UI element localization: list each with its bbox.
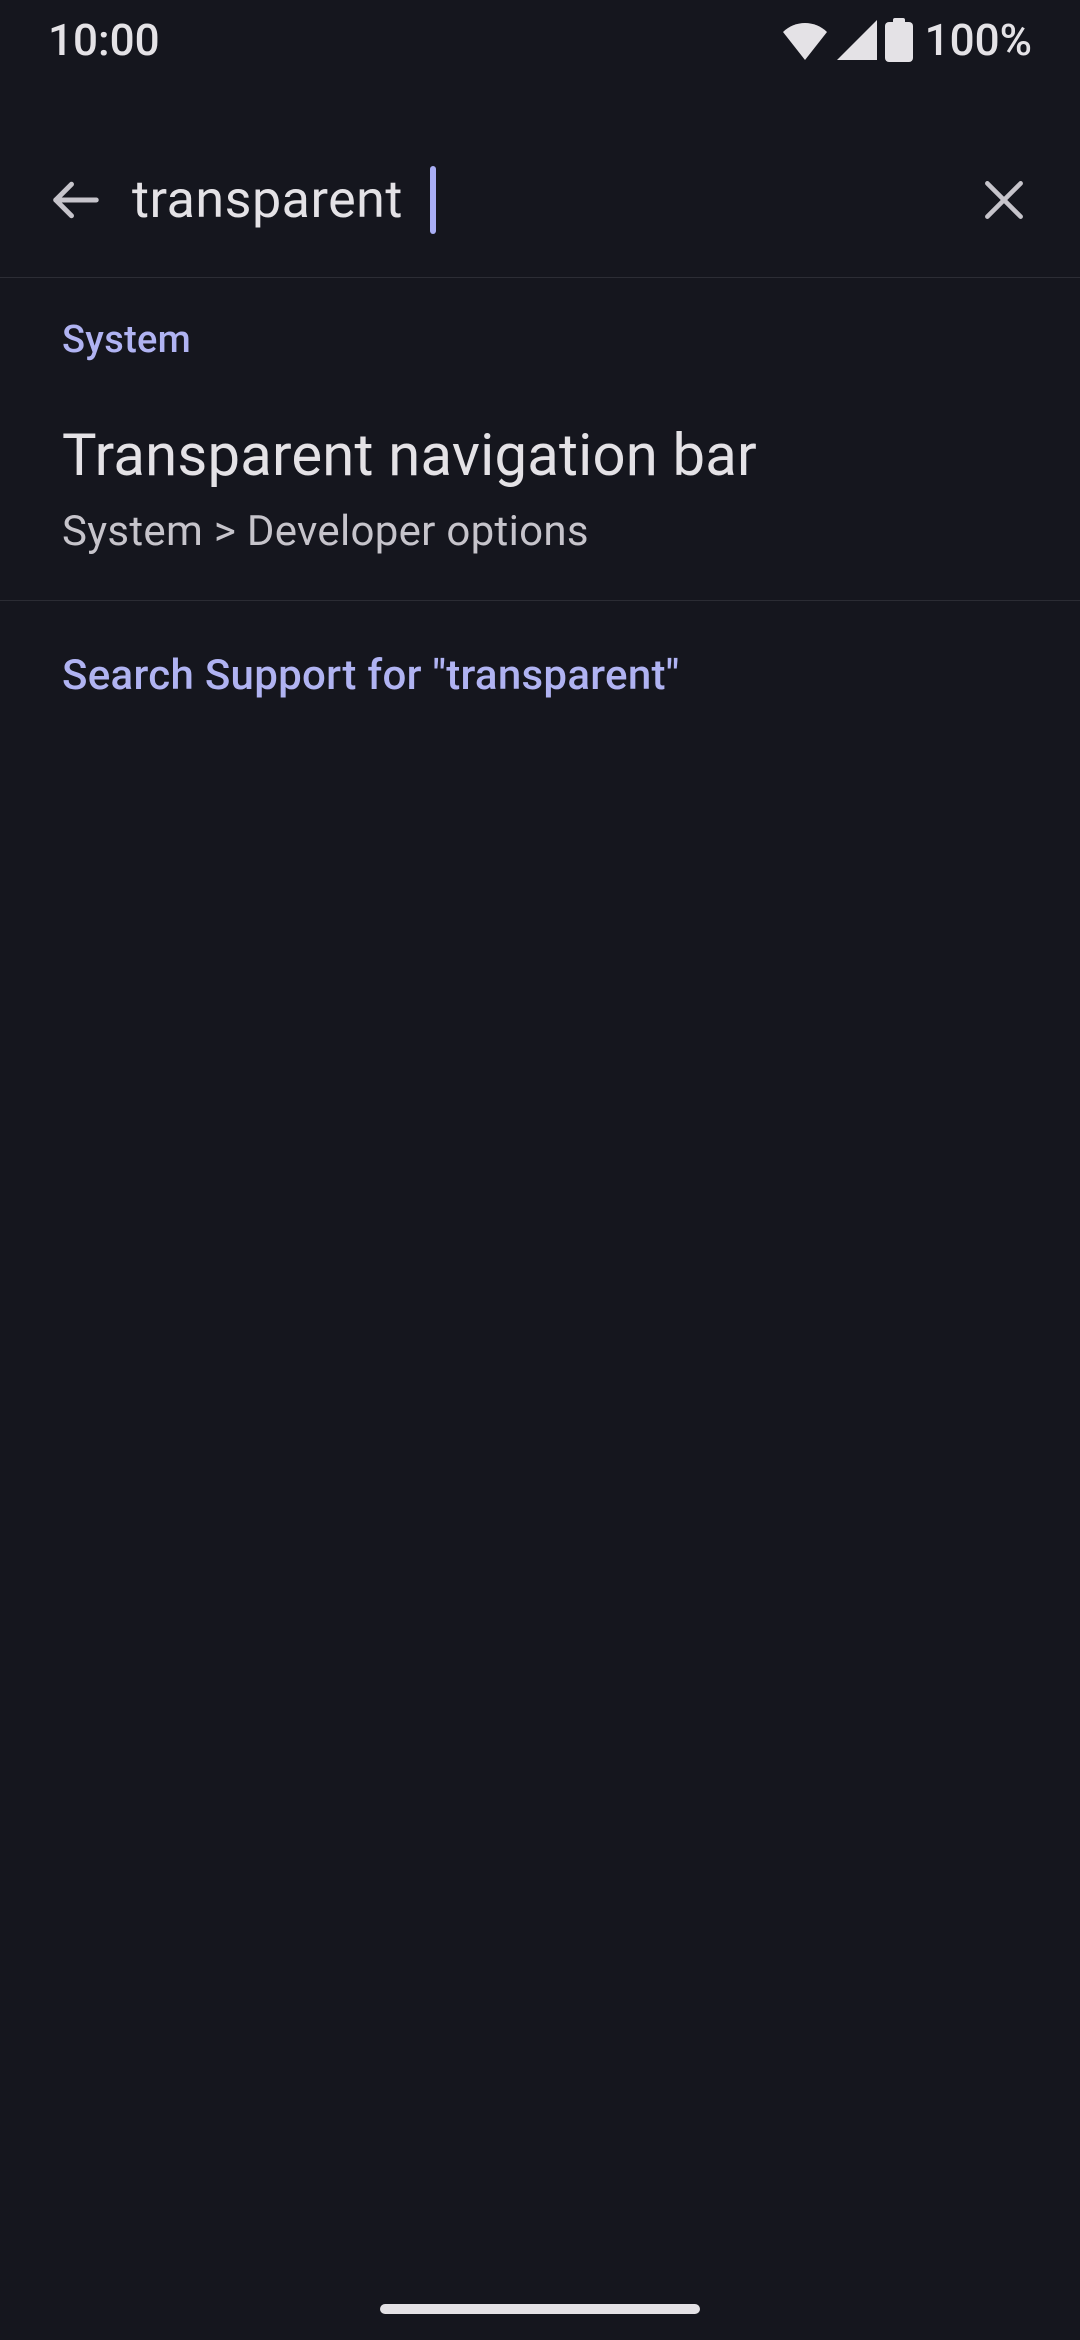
result-item[interactable]: Transparent navigation bar System > Deve… bbox=[0, 382, 1080, 601]
status-bar: 10:00 100% bbox=[0, 0, 1080, 80]
result-path: System > Developer options bbox=[62, 507, 1018, 556]
arrow-left-icon bbox=[49, 173, 103, 227]
back-button[interactable] bbox=[28, 152, 124, 248]
section-header-system: System bbox=[0, 278, 1080, 382]
navigation-handle[interactable] bbox=[380, 2304, 700, 2314]
cellular-icon bbox=[837, 20, 877, 60]
battery-text: 100% bbox=[925, 14, 1032, 66]
close-icon bbox=[979, 175, 1029, 225]
search-input[interactable] bbox=[132, 169, 956, 230]
status-time: 10:00 bbox=[48, 14, 160, 66]
search-bar bbox=[0, 122, 1080, 278]
text-cursor bbox=[430, 166, 436, 234]
search-input-wrap bbox=[124, 122, 956, 277]
wifi-icon bbox=[781, 20, 829, 60]
battery-icon bbox=[885, 18, 913, 62]
search-support-link[interactable]: Search Support for "transparent" bbox=[0, 601, 1080, 720]
clear-button[interactable] bbox=[956, 152, 1052, 248]
result-title: Transparent navigation bar bbox=[62, 420, 1018, 493]
search-results: System Transparent navigation bar System… bbox=[0, 278, 1080, 720]
status-icons: 100% bbox=[781, 14, 1032, 66]
